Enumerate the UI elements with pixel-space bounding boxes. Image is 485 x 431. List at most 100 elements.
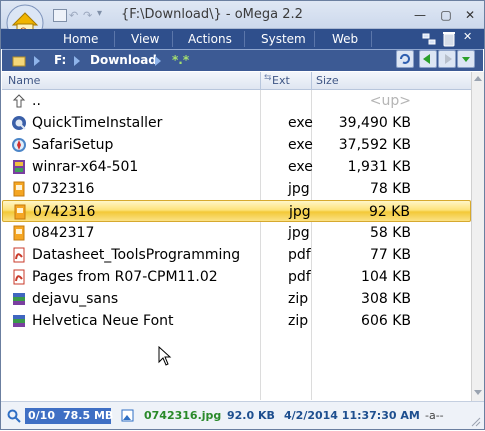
menu-divider	[314, 31, 315, 47]
current-file-datetime: 4/2/2014 11:37:30 AM	[284, 409, 420, 422]
file-name: winrar-x64-501	[32, 159, 139, 175]
forward-arrow-icon	[445, 54, 452, 64]
column-header-name[interactable]: Name	[8, 74, 40, 87]
column-header-size[interactable]: Size	[316, 74, 339, 87]
breadcrumb-folder[interactable]: Download	[90, 53, 157, 67]
image-file-icon	[12, 204, 28, 220]
file-row[interactable]: 0732316 jpg 78 KB	[2, 178, 471, 200]
file-list[interactable]: .. <up> QuickTimeInstaller exe 39,490 KB Safa…	[2, 90, 471, 400]
menu-view[interactable]: View	[131, 32, 159, 46]
file-row[interactable]: dejavu_sans zip 308 KB	[2, 288, 471, 310]
file-size: 78 KB	[369, 181, 411, 197]
refresh-button[interactable]	[396, 50, 414, 68]
back-button[interactable]	[419, 50, 437, 68]
search-icon[interactable]	[7, 409, 21, 423]
menu-divider	[244, 31, 245, 47]
folder-icon	[12, 56, 26, 67]
network-icon[interactable]	[421, 31, 437, 47]
file-size: 308 KB	[361, 291, 411, 307]
file-row[interactable]: Pages from R07-CPM11.02 pdf 104 KB	[2, 266, 471, 288]
menu-divider	[172, 31, 173, 47]
file-size: 37,592 KB	[338, 137, 411, 153]
quick-access-button[interactable]	[53, 9, 67, 22]
file-name: ..	[32, 93, 41, 109]
file-name: 0742316	[33, 204, 96, 220]
file-size: 92 KB	[368, 204, 410, 220]
file-size: 1,931 KB	[347, 159, 411, 175]
column-divider[interactable]	[260, 72, 261, 90]
refresh-icon	[399, 53, 410, 64]
total-size: 78.5 MB	[63, 409, 114, 422]
mouse-cursor-icon	[158, 346, 172, 366]
file-size: 58 KB	[369, 225, 411, 241]
chevron-down-icon[interactable]: ▾	[97, 8, 102, 19]
recycle-bin-icon[interactable]	[441, 30, 457, 48]
current-file-name: 0742316.jpg	[144, 409, 222, 422]
menu-web[interactable]: Web	[332, 32, 358, 46]
path-separator-icon	[34, 56, 40, 66]
menu-divider	[371, 31, 372, 47]
file-name: 0842317	[32, 225, 95, 241]
undo-icon[interactable]: ↶	[69, 9, 78, 22]
file-filter[interactable]: *.*	[172, 53, 189, 67]
menu-divider	[114, 31, 115, 47]
redo-icon[interactable]: ↷	[83, 9, 92, 22]
menu-system[interactable]: System	[261, 32, 306, 46]
path-separator-icon	[74, 56, 80, 66]
file-name: Pages from R07-CPM11.02	[32, 269, 218, 285]
chevron-down-icon	[462, 57, 470, 62]
file-row[interactable]: Helvetica Neue Font zip 606 KB	[2, 310, 471, 332]
forward-button[interactable]	[438, 50, 456, 68]
image-file-icon	[121, 409, 134, 422]
resize-grip-icon[interactable]	[471, 416, 481, 427]
file-row-selected[interactable]: 0742316 jpg 92 KB	[2, 200, 471, 222]
maximize-button[interactable]: ▢	[437, 7, 455, 23]
file-row[interactable]: QuickTimeInstaller exe 39,490 KB	[2, 112, 471, 134]
file-size: <up>	[369, 93, 411, 109]
file-row[interactable]: winrar-x64-501 exe 1,931 KB	[2, 156, 471, 178]
file-row[interactable]: .. <up>	[2, 90, 471, 112]
file-size: 104 KB	[361, 269, 411, 285]
file-row[interactable]: 0842317 jpg 58 KB	[2, 222, 471, 244]
breadcrumb-drive[interactable]: F:	[54, 53, 66, 67]
close-button[interactable]: ✕	[461, 7, 479, 23]
file-name: dejavu_sans	[32, 291, 119, 307]
zip-archive-icon	[11, 291, 27, 307]
winrar-exe-icon	[11, 159, 27, 175]
file-size: 77 KB	[369, 247, 411, 263]
window-title: {F:\Download\} - oMega 2.2	[121, 7, 303, 22]
current-file-attributes: -a--	[425, 409, 444, 422]
pdf-file-icon	[11, 247, 27, 263]
column-header-ext[interactable]: Ext	[272, 74, 290, 87]
file-name: 0732316	[32, 181, 95, 197]
back-arrow-icon	[423, 54, 430, 64]
column-divider[interactable]	[311, 72, 312, 90]
file-name: Helvetica Neue Font	[32, 313, 174, 329]
file-size: 606 KB	[361, 313, 411, 329]
sort-indicator-icon: ⇆	[264, 73, 272, 83]
file-name: SafariSetup	[32, 137, 114, 153]
selection-count: 0/10	[28, 409, 55, 422]
up-arrow-icon	[11, 93, 27, 109]
status-bar: 0/10 78.5 MB 0742316.jpg 92.0 KB 4/2/201…	[1, 401, 484, 429]
menu-home[interactable]: Home	[63, 32, 98, 46]
file-row[interactable]: Datasheet_ToolsProgramming pdf 77 KB	[2, 244, 471, 266]
history-dropdown-button[interactable]	[457, 50, 475, 68]
file-name: Datasheet_ToolsProgramming	[32, 247, 241, 263]
minimize-button[interactable]: —	[411, 7, 429, 23]
app-window: Ω ↶ ↷ ▾ {F:\Download\} - oMega 2.2 — ▢ ✕…	[0, 0, 485, 430]
current-file-size: 92.0 KB	[227, 409, 275, 422]
menu-actions[interactable]: Actions	[188, 32, 232, 46]
image-file-icon	[11, 225, 27, 241]
title-bar[interactable]: Ω ↶ ↷ ▾ {F:\Download\} - oMega 2.2 — ▢ ✕	[1, 1, 484, 42]
file-row[interactable]: SafariSetup exe 37,592 KB	[2, 134, 471, 156]
image-file-icon	[11, 181, 27, 197]
path-separator-icon	[155, 56, 161, 66]
zip-archive-icon	[11, 313, 27, 329]
scroll-up-icon[interactable]	[474, 76, 482, 81]
vertical-scrollbar[interactable]	[471, 72, 484, 401]
column-header-row: Name ⇆ Ext Size	[2, 72, 471, 90]
close-icon[interactable]: ✕	[463, 30, 472, 43]
scroll-down-icon[interactable]	[474, 390, 482, 395]
pdf-file-icon	[11, 269, 27, 285]
